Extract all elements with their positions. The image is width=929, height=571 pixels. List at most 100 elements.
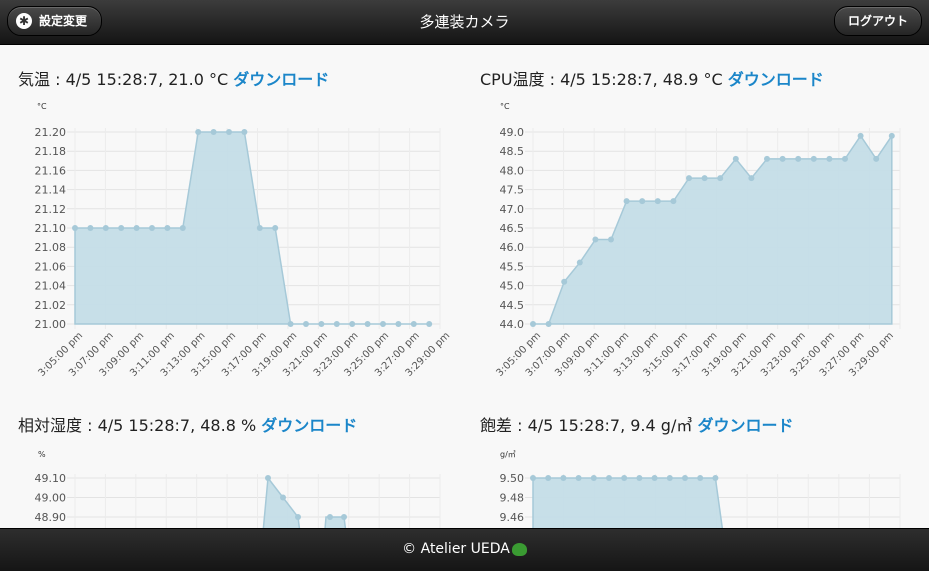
y-tick-label: 21.16 [35,164,67,177]
data-point [118,225,125,231]
data-point [654,198,661,205]
y-tick-label: 21.04 [35,280,67,293]
y-tick-label: 47.5 [500,184,525,197]
y-tick-label: 21.02 [35,299,67,312]
y-tick-label: 48.90 [35,511,67,524]
data-point [303,321,309,327]
chart-4: g/㎥ 9.50 9.48 9.46 [500,450,901,528]
data-point [576,259,583,266]
unit-label: °C [37,102,47,111]
data-point [333,321,340,327]
data-point [87,225,94,231]
data-point [256,225,263,231]
data-point [265,475,271,481]
data-point [72,225,78,231]
header-bar: ✱ 設定変更 多連装カメラ ログアウト [0,0,929,45]
data-point [639,198,646,205]
data-point [606,475,612,481]
data-point [810,155,817,162]
data-point [395,321,402,327]
data-point [410,321,417,327]
data-point [779,155,786,162]
data-point [682,475,688,481]
data-point [608,236,614,243]
data-point [826,155,833,162]
page-title: 多連装カメラ [419,13,510,31]
y-tick-label: 49.10 [35,472,67,485]
data-point [210,129,217,135]
y-tick-label: 44.0 [500,318,525,331]
y-tick-label: 49.00 [35,492,67,505]
data-point [621,475,628,481]
data-point [636,475,643,481]
data-point [560,475,567,481]
data-point [712,475,719,481]
data-point [873,155,880,162]
data-point [133,225,140,231]
data-point [732,155,739,162]
data-point [280,494,286,501]
frog-icon [511,542,527,556]
y-tick-label: 44.5 [500,299,525,312]
y-tick-label: 46.5 [500,222,525,235]
data-point [426,321,433,327]
y-tick-label: 21.10 [35,222,67,235]
data-point [349,321,356,327]
data-point [272,225,279,231]
data-point [530,475,536,481]
data-point [623,198,630,205]
y-tick-label: 21.08 [35,241,67,254]
data-point [241,129,248,135]
data-point [717,175,724,182]
main-content: 気温 : 4/5 15:28:7, 21.0 °C ダウンロード CPU温度 :… [0,45,929,528]
footer-text: © Atelier UEDA [402,541,510,557]
chart-3: % 49.10 49.00 48.90 [35,450,441,528]
unit-label: °C [500,102,510,111]
data-point [179,225,186,231]
data-point [670,198,677,205]
series-area [532,477,724,528]
data-point [592,236,599,243]
data-point [795,155,802,162]
data-point [857,132,864,139]
chart-1: °C 21.20 21.18 21.16 21.14 21.12 21.10 21.08 21.… [35,102,453,379]
data-point [666,475,673,481]
data-point [590,475,597,481]
data-point [697,475,704,481]
data-point [164,225,171,231]
footer-bar: © Atelier UEDA [0,528,929,571]
data-point [842,155,848,162]
y-tick-label: 49.0 [500,126,525,139]
data-point [530,321,536,327]
data-point [561,278,568,285]
data-point [149,225,155,231]
data-point [686,175,692,182]
data-point [364,321,371,327]
y-tick-label: 21.18 [35,145,67,158]
data-point [651,475,658,481]
series-area [533,133,893,325]
data-point [380,321,386,327]
chart-2: °C 49.0 48.5 48.0 47.5 47.0 46.5 46.0 45.5 45.0 44… [494,102,901,379]
data-point [888,132,895,139]
data-point [195,129,202,135]
y-tick-label: 47.0 [500,203,525,216]
unit-label: % [38,450,46,459]
logout-button[interactable]: ログアウト [834,6,922,36]
data-point [575,475,582,481]
y-tick-label: 9.48 [500,492,525,505]
y-tick-label: 21.14 [35,184,67,197]
y-tick-label: 21.12 [35,203,67,216]
data-point [545,321,552,327]
y-tick-label: 46.0 [500,241,525,254]
data-point [102,225,109,231]
series-area [262,476,347,528]
data-point [341,514,347,520]
y-tick-label: 21.06 [35,260,67,273]
charts-canvas: °C 21.20 21.18 21.16 21.14 21.12 21.10 21.08 21.… [35,102,901,528]
data-point [287,321,294,327]
y-tick-label: 45.5 [500,260,525,273]
data-point [701,175,708,182]
data-point [226,129,232,135]
y-tick-label: 21.00 [35,318,67,331]
